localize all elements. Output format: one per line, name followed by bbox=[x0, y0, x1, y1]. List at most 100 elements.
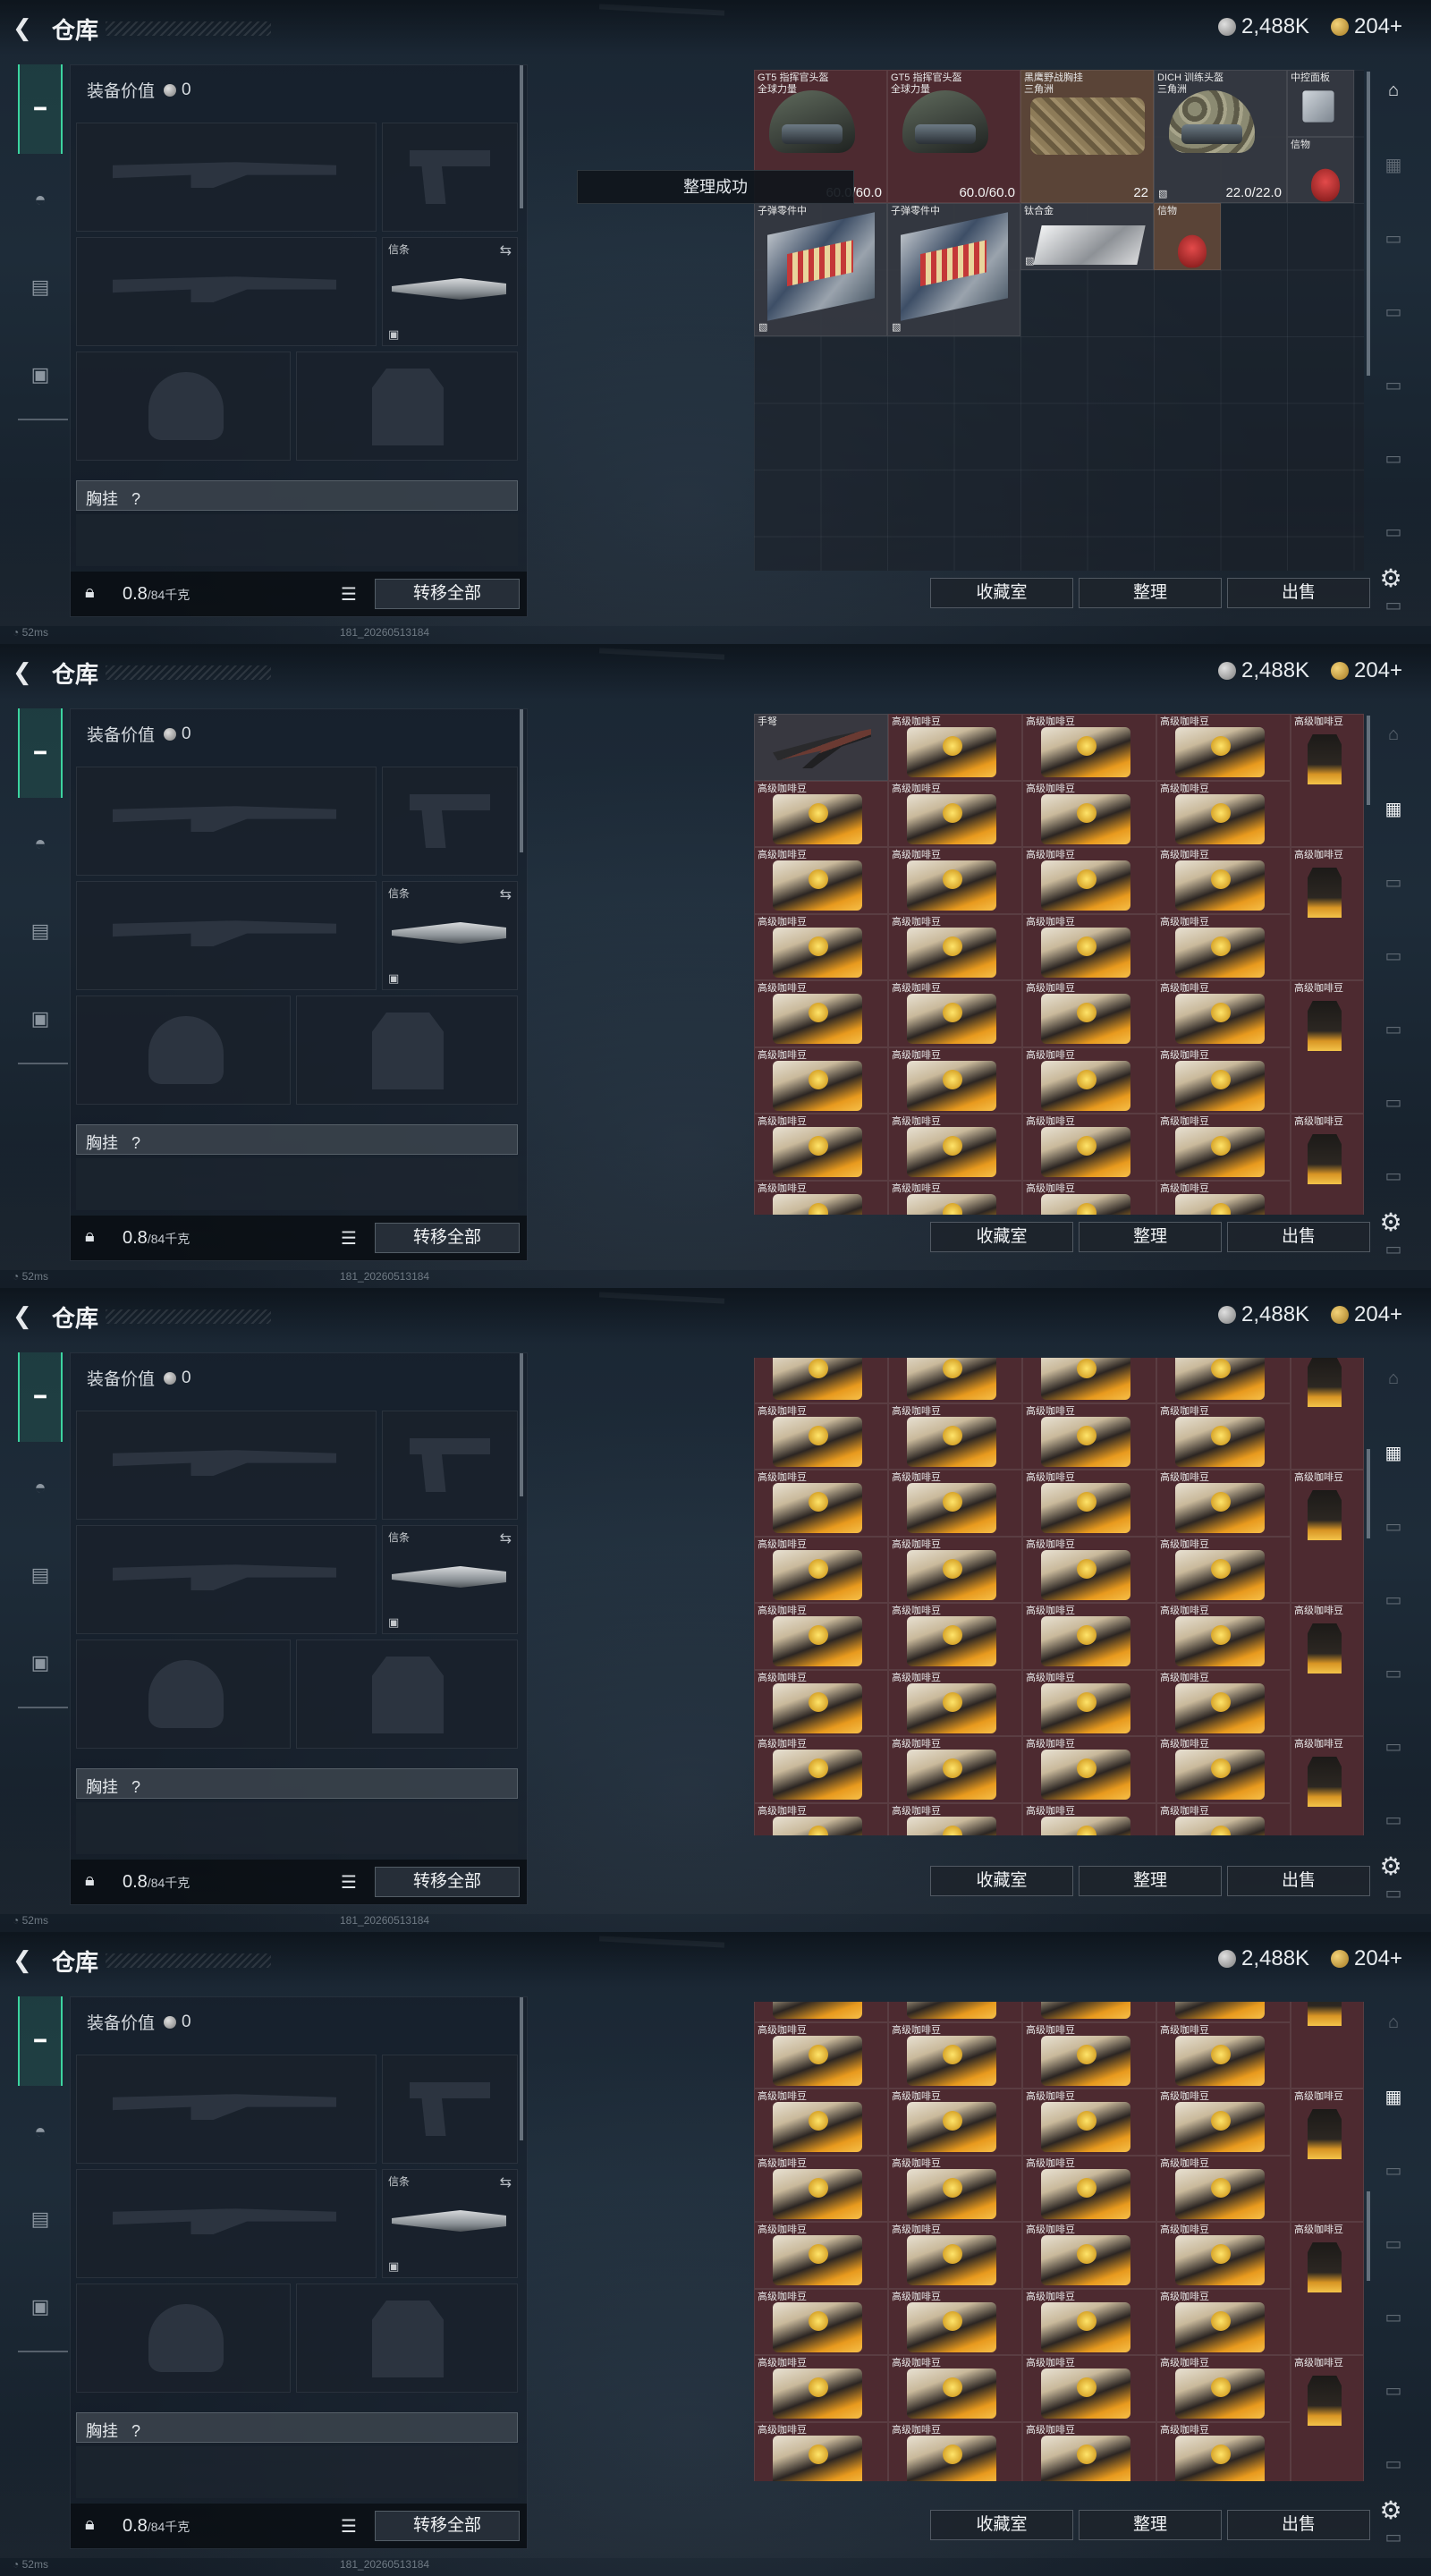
tab-icon-8[interactable]: ▭ bbox=[1377, 594, 1410, 619]
coffee-bean-item[interactable]: 高级咖啡豆 bbox=[754, 1536, 888, 1603]
coffee-bean-item[interactable]: 高级咖啡豆 bbox=[1022, 2421, 1156, 2481]
coffee-bean-item[interactable]: 高级咖啡豆 bbox=[754, 1603, 888, 1670]
tab-icon-6[interactable]: ▭ bbox=[1377, 447, 1410, 472]
tab-icon-3[interactable]: ▭ bbox=[1377, 1515, 1410, 1540]
coffee-bean-item[interactable]: 高级咖啡豆 bbox=[1156, 780, 1291, 847]
tab-icon-7[interactable]: ▭ bbox=[1377, 2453, 1410, 2478]
coffee-bean-item[interactable]: 高级咖啡豆 bbox=[888, 1536, 1022, 1603]
coffee-bean-item[interactable]: 高级咖啡豆 bbox=[1022, 1114, 1156, 1181]
coffee-bean-item[interactable]: 高级咖啡豆 bbox=[1156, 2288, 1291, 2355]
gear-icon[interactable]: ⚙ bbox=[1377, 2497, 1404, 2524]
storage-cabinet-icon[interactable]: ▦ bbox=[1377, 1442, 1410, 1467]
equipment-scrollbar[interactable] bbox=[520, 1997, 523, 2140]
pistol-slot[interactable] bbox=[382, 1411, 518, 1520]
coffee-bean-item[interactable]: 高级咖啡豆 bbox=[1156, 980, 1291, 1047]
storage-item[interactable]: 中控面板 bbox=[1287, 70, 1354, 137]
melee-slot[interactable]: 信条 ⇆ ▣ bbox=[382, 881, 518, 990]
coffee-bean-item[interactable]: 高级咖啡豆 bbox=[754, 2222, 888, 2289]
coffee-bean-item[interactable]: 高级咖啡豆 bbox=[1156, 2002, 1291, 2022]
gun-icon[interactable]: ━ bbox=[18, 64, 63, 154]
coffee-bean-item[interactable]: 高级咖啡豆 bbox=[1156, 1669, 1291, 1736]
coffee-bean-item[interactable]: 高级咖啡豆 bbox=[1156, 2355, 1291, 2422]
tab-icon-4[interactable]: ▭ bbox=[1377, 2233, 1410, 2258]
back-arrow-icon[interactable]: ❮ bbox=[13, 14, 38, 41]
tab-icon-3[interactable]: ▭ bbox=[1377, 227, 1410, 252]
storage-item[interactable]: 信物 bbox=[1287, 136, 1354, 203]
storage-scrollbar[interactable] bbox=[1367, 716, 1370, 805]
coffee-bean-item[interactable]: 高级咖啡豆 bbox=[1022, 2021, 1156, 2089]
gold-currency[interactable]: 204+ bbox=[1331, 14, 1402, 39]
coffee-bean-item[interactable]: 高级咖啡豆 bbox=[888, 1358, 1022, 1403]
coffee-bean-item[interactable]: 高级咖啡豆 bbox=[888, 847, 1022, 914]
tab-icon-3[interactable]: ▭ bbox=[1377, 871, 1410, 896]
tab-icon-6[interactable]: ▭ bbox=[1377, 1091, 1410, 1116]
chest-rig-bar[interactable]: 胸挂 ? bbox=[76, 2412, 518, 2443]
storage-grid[interactable]: GT5 指挥官头盔全球力量60.0/60.0GT5 指挥官头盔全球力量60.0/… bbox=[754, 70, 1364, 571]
coffee-bean-item[interactable]: 高级咖啡豆 bbox=[1291, 2355, 1364, 2481]
primary-weapon-slot[interactable] bbox=[76, 2055, 377, 2164]
coffee-bean-item[interactable]: 高级咖啡豆 bbox=[888, 913, 1022, 980]
shelter-icon[interactable]: ⌂ bbox=[1377, 80, 1410, 106]
melee-slot[interactable]: 信条 ⇆ ▣ bbox=[382, 1525, 518, 1634]
coffee-bean-item[interactable]: 高级咖啡豆 bbox=[754, 2421, 888, 2481]
coffee-bean-item[interactable]: 高级咖啡豆 bbox=[754, 1736, 888, 1803]
coffee-bean-item[interactable]: 高级咖啡豆 bbox=[1022, 913, 1156, 980]
coffee-bean-item[interactable]: 高级咖啡豆 bbox=[888, 1603, 1022, 1670]
armor-slot[interactable] bbox=[296, 352, 518, 461]
shelter-icon[interactable]: ⌂ bbox=[1377, 724, 1410, 750]
pistol-slot[interactable] bbox=[382, 2055, 518, 2164]
gold-currency[interactable]: 204+ bbox=[1331, 1946, 1402, 1971]
coffee-bean-item[interactable]: 高级咖啡豆 bbox=[1156, 2155, 1291, 2222]
helmet-slot[interactable] bbox=[76, 352, 291, 461]
gun-icon[interactable]: ━ bbox=[18, 1352, 63, 1442]
storage-item[interactable]: 子弹零件中 ▧ bbox=[754, 203, 887, 336]
equipment-scrollbar[interactable] bbox=[520, 709, 523, 852]
coffee-bean-item[interactable]: 高级咖啡豆 bbox=[1156, 2021, 1291, 2089]
tab-icon-5[interactable]: ▭ bbox=[1377, 1018, 1410, 1043]
sort-button[interactable]: 整理 bbox=[1079, 1866, 1222, 1896]
coffee-bean-item[interactable]: 高级咖啡豆 bbox=[1022, 1402, 1156, 1470]
coffee-bean-item[interactable]: 高级咖啡豆 bbox=[1022, 2089, 1156, 2156]
sort-button[interactable]: 整理 bbox=[1079, 578, 1222, 608]
list-icon[interactable]: ☰ bbox=[341, 583, 357, 606]
coffee-bean-item[interactable]: 高级咖啡豆 bbox=[888, 980, 1022, 1047]
coffee-bean-item[interactable]: 高级咖啡豆 bbox=[1022, 714, 1156, 781]
coffee-bean-item[interactable]: 高级咖啡豆 bbox=[1291, 1470, 1364, 1603]
helmet-slot[interactable] bbox=[76, 996, 291, 1105]
primary-weapon-slot[interactable] bbox=[76, 123, 377, 232]
tab-icon-6[interactable]: ▭ bbox=[1377, 1735, 1410, 1760]
swap-icon[interactable]: ⇆ bbox=[500, 2174, 512, 2191]
backpack-icon[interactable]: ▤ bbox=[18, 1553, 63, 1597]
storage-grid[interactable]: 高级咖啡豆 高级咖啡豆 高级咖啡豆 高级咖啡豆 高级咖啡豆 高级咖啡豆 高级咖啡豆 高级咖啡豆… bbox=[754, 2002, 1364, 2481]
collection-room-button[interactable]: 收藏室 bbox=[930, 2510, 1073, 2540]
pistol-slot[interactable] bbox=[382, 123, 518, 232]
coffee-bean-item[interactable]: 高级咖啡豆 bbox=[888, 1470, 1022, 1537]
coffee-bean-item[interactable]: 高级咖啡豆 bbox=[1022, 1603, 1156, 1670]
melee-slot[interactable]: 信条 ⇆ ▣ bbox=[382, 2169, 518, 2278]
helmet-slot[interactable] bbox=[76, 2284, 291, 2393]
gold-currency[interactable]: 204+ bbox=[1331, 658, 1402, 683]
storage-item[interactable]: 黑鹰野战胸挂 三角洲 22 bbox=[1020, 70, 1154, 203]
sell-button[interactable]: 出售 bbox=[1227, 2510, 1370, 2540]
coffee-bean-item[interactable]: 高级咖啡豆 bbox=[1156, 1180, 1291, 1215]
storage-grid[interactable]: 手弩 高级咖啡豆 高级咖啡豆 高级咖啡豆 高级咖啡豆 高级咖啡豆 高级咖啡豆 高级咖啡豆 高级咖… bbox=[754, 714, 1364, 1215]
coffee-bean-item[interactable]: 高级咖啡豆 bbox=[1022, 2355, 1156, 2422]
transfer-all-button[interactable]: 转移全部 bbox=[375, 2511, 520, 2541]
gear-icon[interactable]: ⚙ bbox=[1377, 1209, 1404, 1236]
gun-icon[interactable]: ━ bbox=[18, 708, 63, 798]
storage-item[interactable]: DICH 训练头盔 三角洲 22.0/22.0 ▧ bbox=[1154, 70, 1287, 203]
backpack-icon[interactable]: ▤ bbox=[18, 909, 63, 953]
backpack-icon[interactable]: ▤ bbox=[18, 265, 63, 309]
primary-weapon-slot[interactable] bbox=[76, 767, 377, 876]
coffee-bean-item[interactable]: 高级咖啡豆 bbox=[1156, 847, 1291, 914]
coffee-bean-item[interactable]: 高级咖啡豆 bbox=[1022, 2222, 1156, 2289]
coffee-bean-item[interactable]: 高级咖啡豆 bbox=[754, 1180, 888, 1215]
coffee-bean-item[interactable]: 高级咖啡豆 bbox=[1291, 2222, 1364, 2355]
coffee-bean-item[interactable]: 高级咖啡豆 bbox=[1022, 1736, 1156, 1803]
coffee-bean-item[interactable]: 高级咖啡豆 bbox=[1022, 780, 1156, 847]
back-arrow-icon[interactable]: ❮ bbox=[13, 658, 38, 685]
gold-currency[interactable]: 204+ bbox=[1331, 1302, 1402, 1327]
storage-grid[interactable]: 高级咖啡豆 高级咖啡豆 高级咖啡豆 高级咖啡豆 高级咖啡豆 高级咖啡豆 高级咖啡豆 高级咖啡豆… bbox=[754, 1358, 1364, 1835]
coffee-bean-item[interactable]: 高级咖啡豆 bbox=[888, 1402, 1022, 1470]
coffee-bean-item[interactable]: 高级咖啡豆 bbox=[888, 2155, 1022, 2222]
